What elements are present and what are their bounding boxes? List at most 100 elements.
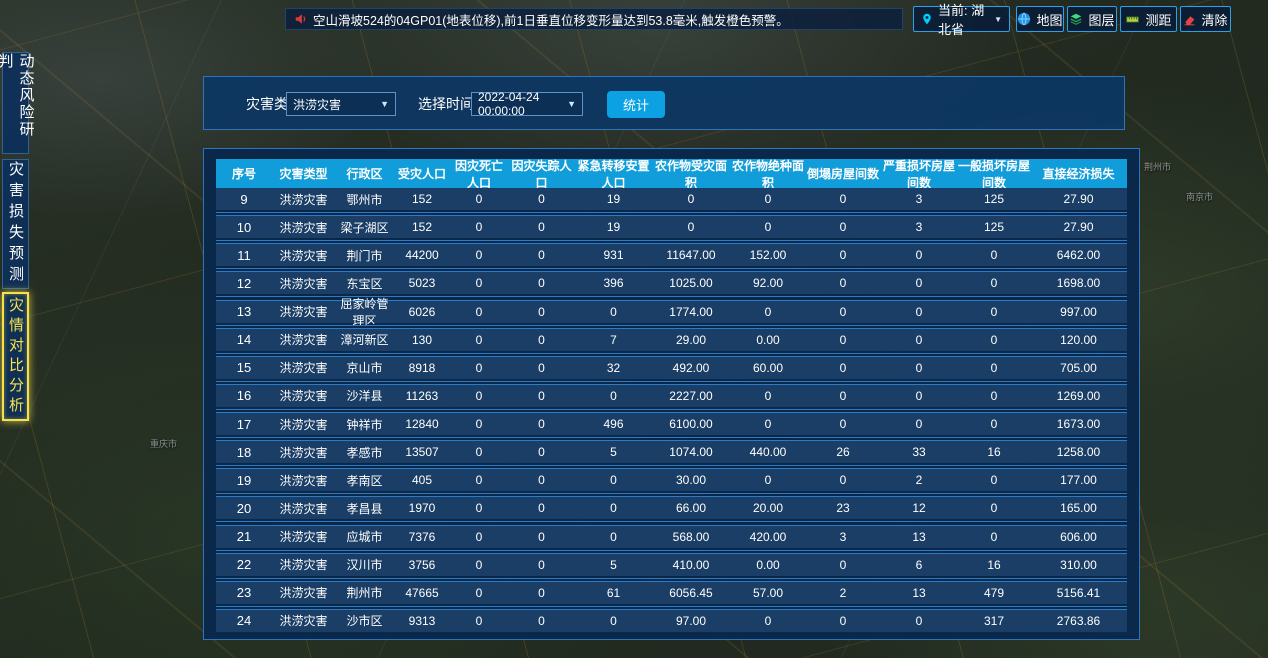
table-row: 14洪涝灾害漳河新区13000729.000.00000120.00 bbox=[216, 329, 1127, 357]
table-row: 9洪涝灾害鄂州市1520019000312527.90 bbox=[216, 188, 1127, 216]
layers-button[interactable]: 图层 bbox=[1067, 6, 1117, 32]
table-cell: 10 bbox=[216, 220, 272, 235]
measure-distance-label: 测距 bbox=[1145, 10, 1171, 29]
table-cell: 57.00 bbox=[730, 586, 806, 600]
table-cell: 0 bbox=[730, 417, 806, 431]
table-cell: 0 bbox=[450, 473, 508, 487]
table-cell: 屈家岭管理区 bbox=[335, 295, 394, 329]
layers-icon bbox=[1069, 12, 1083, 26]
column-header: 受灾人口 bbox=[394, 165, 450, 182]
table-cell: 0 bbox=[450, 361, 508, 375]
table-cell: 洪涝灾害 bbox=[272, 331, 335, 348]
measure-distance-button[interactable]: 测距 bbox=[1120, 6, 1177, 32]
table-cell: 16 bbox=[216, 388, 272, 403]
table-cell: 东宝区 bbox=[335, 275, 394, 292]
statistics-button[interactable]: 统计 bbox=[607, 91, 665, 118]
table-cell: 92.00 bbox=[730, 276, 806, 290]
table-cell: 2 bbox=[880, 473, 958, 487]
table-cell: 13507 bbox=[394, 445, 450, 459]
table-cell: 0 bbox=[450, 276, 508, 290]
table-cell: 310.00 bbox=[1030, 558, 1127, 572]
table-cell: 5023 bbox=[394, 276, 450, 290]
table-cell: 京山市 bbox=[335, 359, 394, 376]
column-header: 因灾死亡人口 bbox=[450, 157, 508, 191]
table-cell: 9 bbox=[216, 192, 272, 207]
table-cell: 606.00 bbox=[1030, 530, 1127, 544]
sidebar-tab-loss-forecast[interactable]: 灾害损失预测 bbox=[2, 159, 29, 289]
table-cell: 27.90 bbox=[1030, 192, 1127, 206]
column-header: 一般损坏房屋间数 bbox=[958, 157, 1030, 191]
map-button[interactable]: 地图 bbox=[1016, 6, 1064, 32]
table-cell: 3 bbox=[880, 220, 958, 234]
table-cell: 0 bbox=[508, 361, 575, 375]
table-cell: 孝昌县 bbox=[335, 500, 394, 517]
table-cell: 125 bbox=[958, 192, 1030, 206]
table-cell: 0 bbox=[880, 417, 958, 431]
table-cell: 应城市 bbox=[335, 528, 394, 545]
table-cell: 0 bbox=[806, 220, 880, 234]
table-cell: 30.00 bbox=[652, 473, 730, 487]
table-cell: 洪涝灾害 bbox=[272, 387, 335, 404]
table-cell: 23 bbox=[216, 585, 272, 600]
table-cell: 0 bbox=[958, 305, 1030, 319]
table-cell: 0 bbox=[508, 586, 575, 600]
map-button-label: 地图 bbox=[1036, 10, 1062, 29]
table-cell: 152 bbox=[394, 220, 450, 234]
table-cell: 130 bbox=[394, 333, 450, 347]
table-cell: 3 bbox=[880, 192, 958, 206]
table-cell: 60.00 bbox=[730, 361, 806, 375]
table-cell: 洪涝灾害 bbox=[272, 416, 335, 433]
table-cell: 0 bbox=[450, 445, 508, 459]
table-cell: 洪涝灾害 bbox=[272, 556, 335, 573]
table-cell: 165.00 bbox=[1030, 501, 1127, 515]
table-cell: 0 bbox=[806, 614, 880, 628]
table-cell: 0 bbox=[880, 333, 958, 347]
table-cell: 20 bbox=[216, 501, 272, 516]
location-pin-icon bbox=[921, 12, 933, 26]
map-label: 荆州市 bbox=[1144, 160, 1171, 173]
table-cell: 0 bbox=[652, 192, 730, 206]
table-cell: 21 bbox=[216, 529, 272, 544]
layers-button-label: 图层 bbox=[1088, 10, 1114, 29]
table-cell: 97.00 bbox=[652, 614, 730, 628]
table-cell: 0 bbox=[450, 558, 508, 572]
table-cell: 7 bbox=[575, 333, 652, 347]
column-header: 因灾失踪人口 bbox=[508, 157, 575, 191]
clear-button[interactable]: 清除 bbox=[1180, 6, 1231, 32]
map-label: 南京市 bbox=[1186, 190, 1213, 203]
disaster-type-select[interactable]: 洪涝灾害 ▼ bbox=[286, 92, 396, 116]
table-cell: 0 bbox=[450, 530, 508, 544]
table-cell: 0 bbox=[958, 276, 1030, 290]
table-cell: 0 bbox=[450, 192, 508, 206]
table-cell: 12 bbox=[880, 501, 958, 515]
table-row: 11洪涝灾害荆门市442000093111647.00152.000006462… bbox=[216, 244, 1127, 272]
table-cell: 496 bbox=[575, 417, 652, 431]
table-cell: 66.00 bbox=[652, 501, 730, 515]
table-cell: 0 bbox=[880, 248, 958, 262]
table-cell: 0 bbox=[450, 586, 508, 600]
region-dropdown[interactable]: 当前: 湖北省 ▼ bbox=[913, 6, 1010, 32]
table-cell: 22 bbox=[216, 557, 272, 572]
alert-text: 空山滑坡524的04GP01(地表位移),前1日垂直位移变形量达到53.8毫米,… bbox=[313, 10, 789, 29]
table-cell: 3 bbox=[806, 530, 880, 544]
table-row: 21洪涝灾害应城市7376000568.00420.003130606.00 bbox=[216, 526, 1127, 554]
table-cell: 2227.00 bbox=[652, 389, 730, 403]
table-cell: 0 bbox=[880, 614, 958, 628]
table-cell: 洪涝灾害 bbox=[272, 247, 335, 264]
table-cell: 18 bbox=[216, 445, 272, 460]
table-cell: 125 bbox=[958, 220, 1030, 234]
table-cell: 0 bbox=[508, 333, 575, 347]
time-select[interactable]: 2022-04-24 00:00:00 ▼ bbox=[471, 92, 583, 116]
table-cell: 荆门市 bbox=[335, 247, 394, 264]
table-row: 23洪涝灾害荆州市4766500616056.4557.002134795156… bbox=[216, 582, 1127, 610]
table-cell: 6056.45 bbox=[652, 586, 730, 600]
table-header-row: 序号灾害类型行政区受灾人口因灾死亡人口因灾失踪人口紧急转移安置人口农作物受灾面积… bbox=[216, 159, 1127, 188]
table-cell: 27.90 bbox=[1030, 220, 1127, 234]
table-cell: 0 bbox=[730, 389, 806, 403]
alert-bar: 空山滑坡524的04GP01(地表位移),前1日垂直位移变形量达到53.8毫米,… bbox=[285, 8, 903, 30]
table-cell: 7376 bbox=[394, 530, 450, 544]
table-cell: 16 bbox=[958, 445, 1030, 459]
sidebar-tab-disaster-comparison[interactable]: 灾情对比分析 bbox=[2, 292, 29, 421]
table-cell: 19 bbox=[575, 220, 652, 234]
sidebar-tab-dynamic-risk[interactable]: 动态风险研判 bbox=[2, 52, 29, 154]
